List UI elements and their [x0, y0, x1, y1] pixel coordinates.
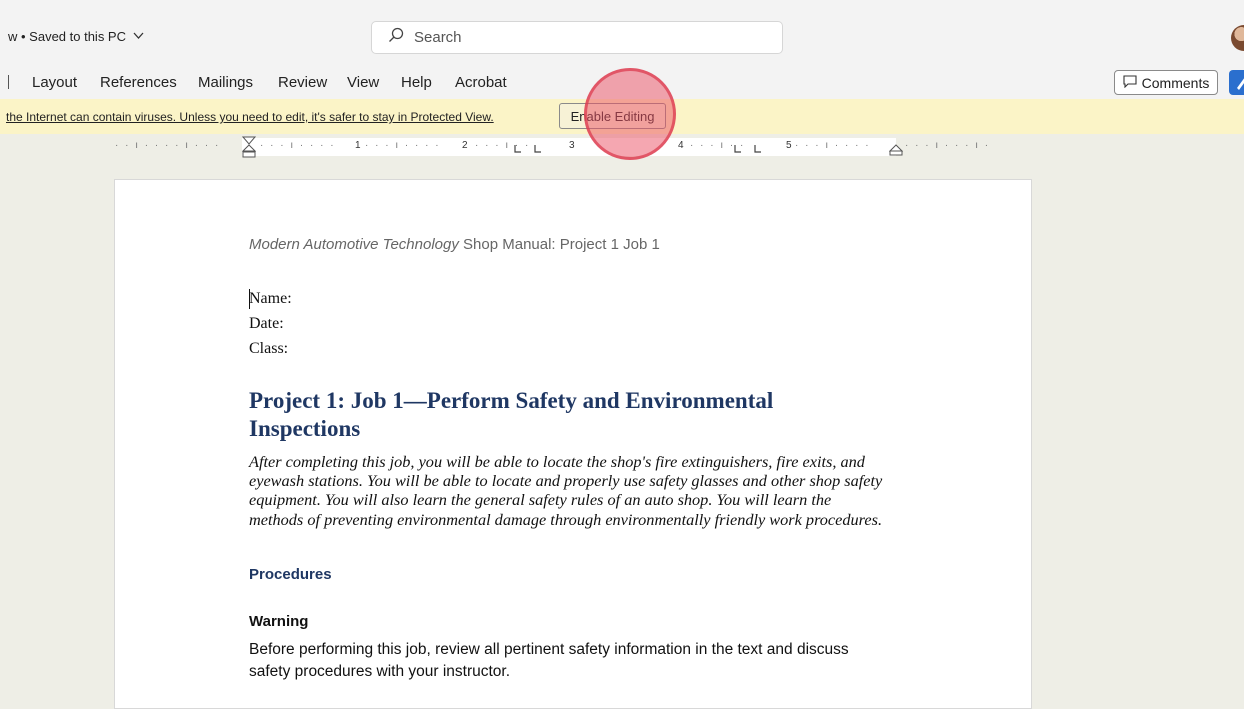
warning-heading: Warning [249, 613, 309, 630]
tab-view[interactable]: View [347, 74, 379, 91]
pen-icon [1229, 78, 1244, 99]
search-placeholder: Search [414, 29, 462, 46]
tab-stop-icon[interactable] [732, 143, 764, 155]
document-save-status[interactable]: w • Saved to this PC [8, 29, 144, 44]
ruler-ticks: · · · ı · · · · [260, 140, 336, 151]
click-highlight-marker [584, 68, 676, 160]
ruler-number: 3 [569, 140, 575, 151]
tab-mailings[interactable]: Mailings [198, 74, 253, 91]
tab-help[interactable]: Help [401, 74, 432, 91]
name-field: Name: [249, 290, 292, 307]
page-header: Modern Automotive Technology Shop Manual… [249, 236, 660, 253]
document-title: Project 1: Job 1—Perform Safety and Envi… [249, 388, 774, 441]
right-indent-marker-icon[interactable] [889, 144, 903, 156]
header-subtitle: Shop Manual: Project 1 Job 1 [458, 236, 660, 253]
class-field: Class: [249, 340, 289, 357]
tab-stop-icon[interactable] [512, 143, 544, 155]
ruler-number: 2 [462, 140, 468, 151]
protected-view-message[interactable]: the Internet can contain viruses. Unless… [6, 110, 494, 124]
comment-icon [1123, 74, 1137, 91]
indent-marker-icon[interactable] [242, 136, 256, 158]
procedures-heading: Procedures [249, 566, 332, 583]
ruler-number: 5 [786, 140, 792, 151]
editor-pen-button[interactable] [1229, 70, 1244, 95]
ruler-ticks: · · · ı · · · · [795, 140, 871, 151]
ruler-ticks: · · · ı · · · · [365, 140, 441, 151]
tab-references[interactable]: References [100, 74, 177, 91]
intro-paragraph: After completing this job, you will be a… [249, 452, 883, 529]
comments-button[interactable]: Comments [1114, 70, 1218, 95]
tab-layout[interactable]: Layout [32, 74, 77, 91]
tab-acrobat[interactable]: Acrobat [455, 74, 507, 91]
ruler-number: 4 [678, 140, 684, 151]
chevron-down-icon [133, 31, 144, 43]
ruler-number: 1 [355, 140, 361, 151]
ruler-ticks-right: · · · ı · · · ı · [905, 140, 991, 151]
tab-divider [8, 75, 9, 89]
search-box[interactable]: Search [371, 21, 783, 54]
date-field: Date: [249, 315, 284, 332]
comments-label: Comments [1141, 74, 1210, 91]
tab-review[interactable]: Review [278, 74, 327, 91]
header-book-title: Modern Automotive Technology [249, 236, 459, 253]
search-icon [388, 27, 404, 48]
ruler-ticks-left: · · ı · · · · ı · · · [115, 140, 221, 151]
warning-text: Before performing this job, review all p… [249, 641, 849, 680]
save-status-text: w • Saved to this PC [8, 29, 126, 44]
